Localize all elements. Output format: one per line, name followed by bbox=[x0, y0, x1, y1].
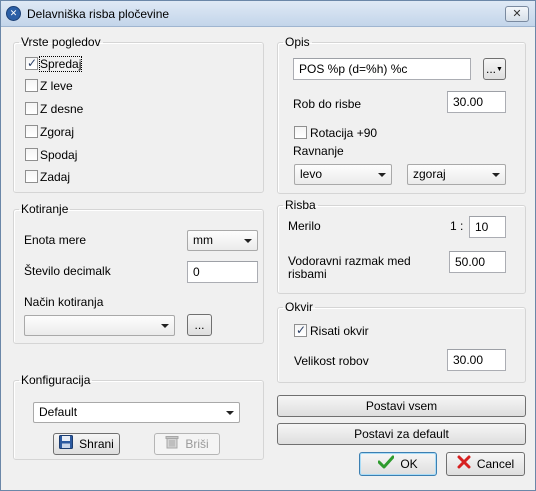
dimensioning-legend: Kotiranje bbox=[21, 202, 69, 216]
ok-button[interactable]: OK bbox=[359, 452, 437, 476]
title-bar[interactable]: ✕ Delavniška risba pločevine ✕ bbox=[1, 1, 535, 27]
unit-select-value: mm bbox=[193, 233, 213, 247]
app-logo-icon: ✕ bbox=[6, 6, 21, 21]
dialog-window: ✕ Delavniška risba pločevine ✕ Vrste pog… bbox=[0, 0, 536, 491]
view-spodaj-label[interactable]: Spodaj bbox=[40, 148, 77, 162]
frame-legend: Okvir bbox=[285, 300, 313, 314]
scale-label: Merilo bbox=[288, 219, 321, 233]
configuration-legend: Konfiguracija bbox=[21, 373, 91, 387]
chevron-down-icon bbox=[161, 324, 169, 328]
draw-frame-checkbox[interactable] bbox=[294, 323, 307, 337]
rotation-checkbox[interactable] bbox=[294, 126, 307, 139]
align-horizontal-value: levo bbox=[300, 167, 323, 181]
view-spodaj-checkbox[interactable] bbox=[25, 148, 38, 161]
view-zadaj-checkbox[interactable] bbox=[25, 170, 38, 183]
spacing-label-line2: risbami bbox=[288, 267, 327, 281]
spacing-input[interactable]: 50.00 bbox=[449, 251, 506, 273]
view-spredaj-checkbox[interactable] bbox=[25, 56, 38, 70]
configuration-select-value: Default bbox=[39, 405, 78, 419]
trash-icon bbox=[165, 435, 179, 455]
drawing-legend: Risba bbox=[285, 198, 316, 212]
checkmark-icon bbox=[377, 454, 395, 476]
description-text-input[interactable]: POS %p (d=%h) %c bbox=[293, 58, 471, 80]
set-all-button[interactable]: Postavi vsem bbox=[277, 395, 526, 417]
decimals-input[interactable]: 0 bbox=[187, 261, 258, 283]
cancel-button-label: Cancel bbox=[476, 457, 515, 471]
frame-size-label: Velikost robov bbox=[294, 354, 369, 368]
ok-button-label: OK bbox=[400, 457, 418, 471]
method-select[interactable] bbox=[24, 315, 175, 336]
view-spredaj-label[interactable]: Spredaj bbox=[38, 56, 83, 72]
chevron-down-icon: ▼ bbox=[496, 65, 503, 73]
view-z-desne-label[interactable]: Z desne bbox=[40, 102, 83, 116]
save-button-label: Shrani bbox=[79, 437, 114, 451]
align-vertical-value: zgoraj bbox=[413, 167, 446, 181]
offset-label: Rob do risbe bbox=[293, 97, 362, 111]
unit-select[interactable]: mm bbox=[187, 230, 258, 251]
red-x-icon bbox=[457, 454, 471, 476]
view-z-desne-checkbox[interactable] bbox=[25, 102, 38, 115]
view-zgoraj-label[interactable]: Zgoraj bbox=[40, 125, 74, 139]
configuration-select[interactable]: Default bbox=[33, 402, 240, 423]
window-title: Delavniška risba pločevine bbox=[27, 7, 170, 21]
frame-size-input[interactable]: 30.00 bbox=[447, 349, 506, 371]
spacing-label-line1: Vodoravni razmak med bbox=[288, 254, 411, 268]
view-z-leve-label[interactable]: Z leve bbox=[40, 79, 73, 93]
set-default-button[interactable]: Postavi za default bbox=[277, 423, 526, 445]
draw-frame-label[interactable]: Risati okvir bbox=[310, 324, 369, 338]
view-z-leve-checkbox[interactable] bbox=[25, 79, 38, 92]
align-vertical-select[interactable]: zgoraj bbox=[407, 164, 506, 185]
chevron-down-icon bbox=[244, 239, 252, 243]
rotation-label[interactable]: Rotacija +90 bbox=[310, 126, 377, 140]
description-menu-button-label: ... bbox=[486, 62, 497, 76]
method-browse-button[interactable]: ... bbox=[187, 314, 212, 336]
view-zadaj-label[interactable]: Zadaj bbox=[40, 170, 70, 184]
chevron-down-icon bbox=[378, 173, 386, 177]
close-icon: ✕ bbox=[512, 8, 522, 20]
scale-input[interactable]: 10 bbox=[469, 216, 506, 238]
method-label: Način kotiranja bbox=[24, 295, 104, 309]
save-button[interactable]: Shrani bbox=[53, 433, 120, 455]
delete-button[interactable]: Briši bbox=[154, 433, 220, 455]
align-horizontal-select[interactable]: levo bbox=[294, 164, 392, 185]
view-zgoraj-checkbox[interactable] bbox=[25, 125, 38, 138]
views-legend: Vrste pogledov bbox=[21, 35, 101, 49]
description-legend: Opis bbox=[285, 35, 310, 49]
delete-button-label: Briši bbox=[185, 437, 209, 451]
align-label: Ravnanje bbox=[293, 144, 344, 158]
unit-label: Enota mere bbox=[24, 233, 87, 247]
chevron-down-icon bbox=[226, 411, 234, 415]
description-menu-button[interactable]: ...▼ bbox=[483, 58, 506, 80]
close-button[interactable]: ✕ bbox=[505, 6, 529, 22]
offset-input[interactable]: 30.00 bbox=[447, 91, 506, 113]
cancel-button[interactable]: Cancel bbox=[446, 452, 525, 476]
scale-prefix: 1 : bbox=[450, 219, 464, 233]
decimals-label: Število decimalk bbox=[24, 264, 111, 278]
chevron-down-icon bbox=[492, 173, 500, 177]
save-disk-icon bbox=[59, 434, 74, 455]
